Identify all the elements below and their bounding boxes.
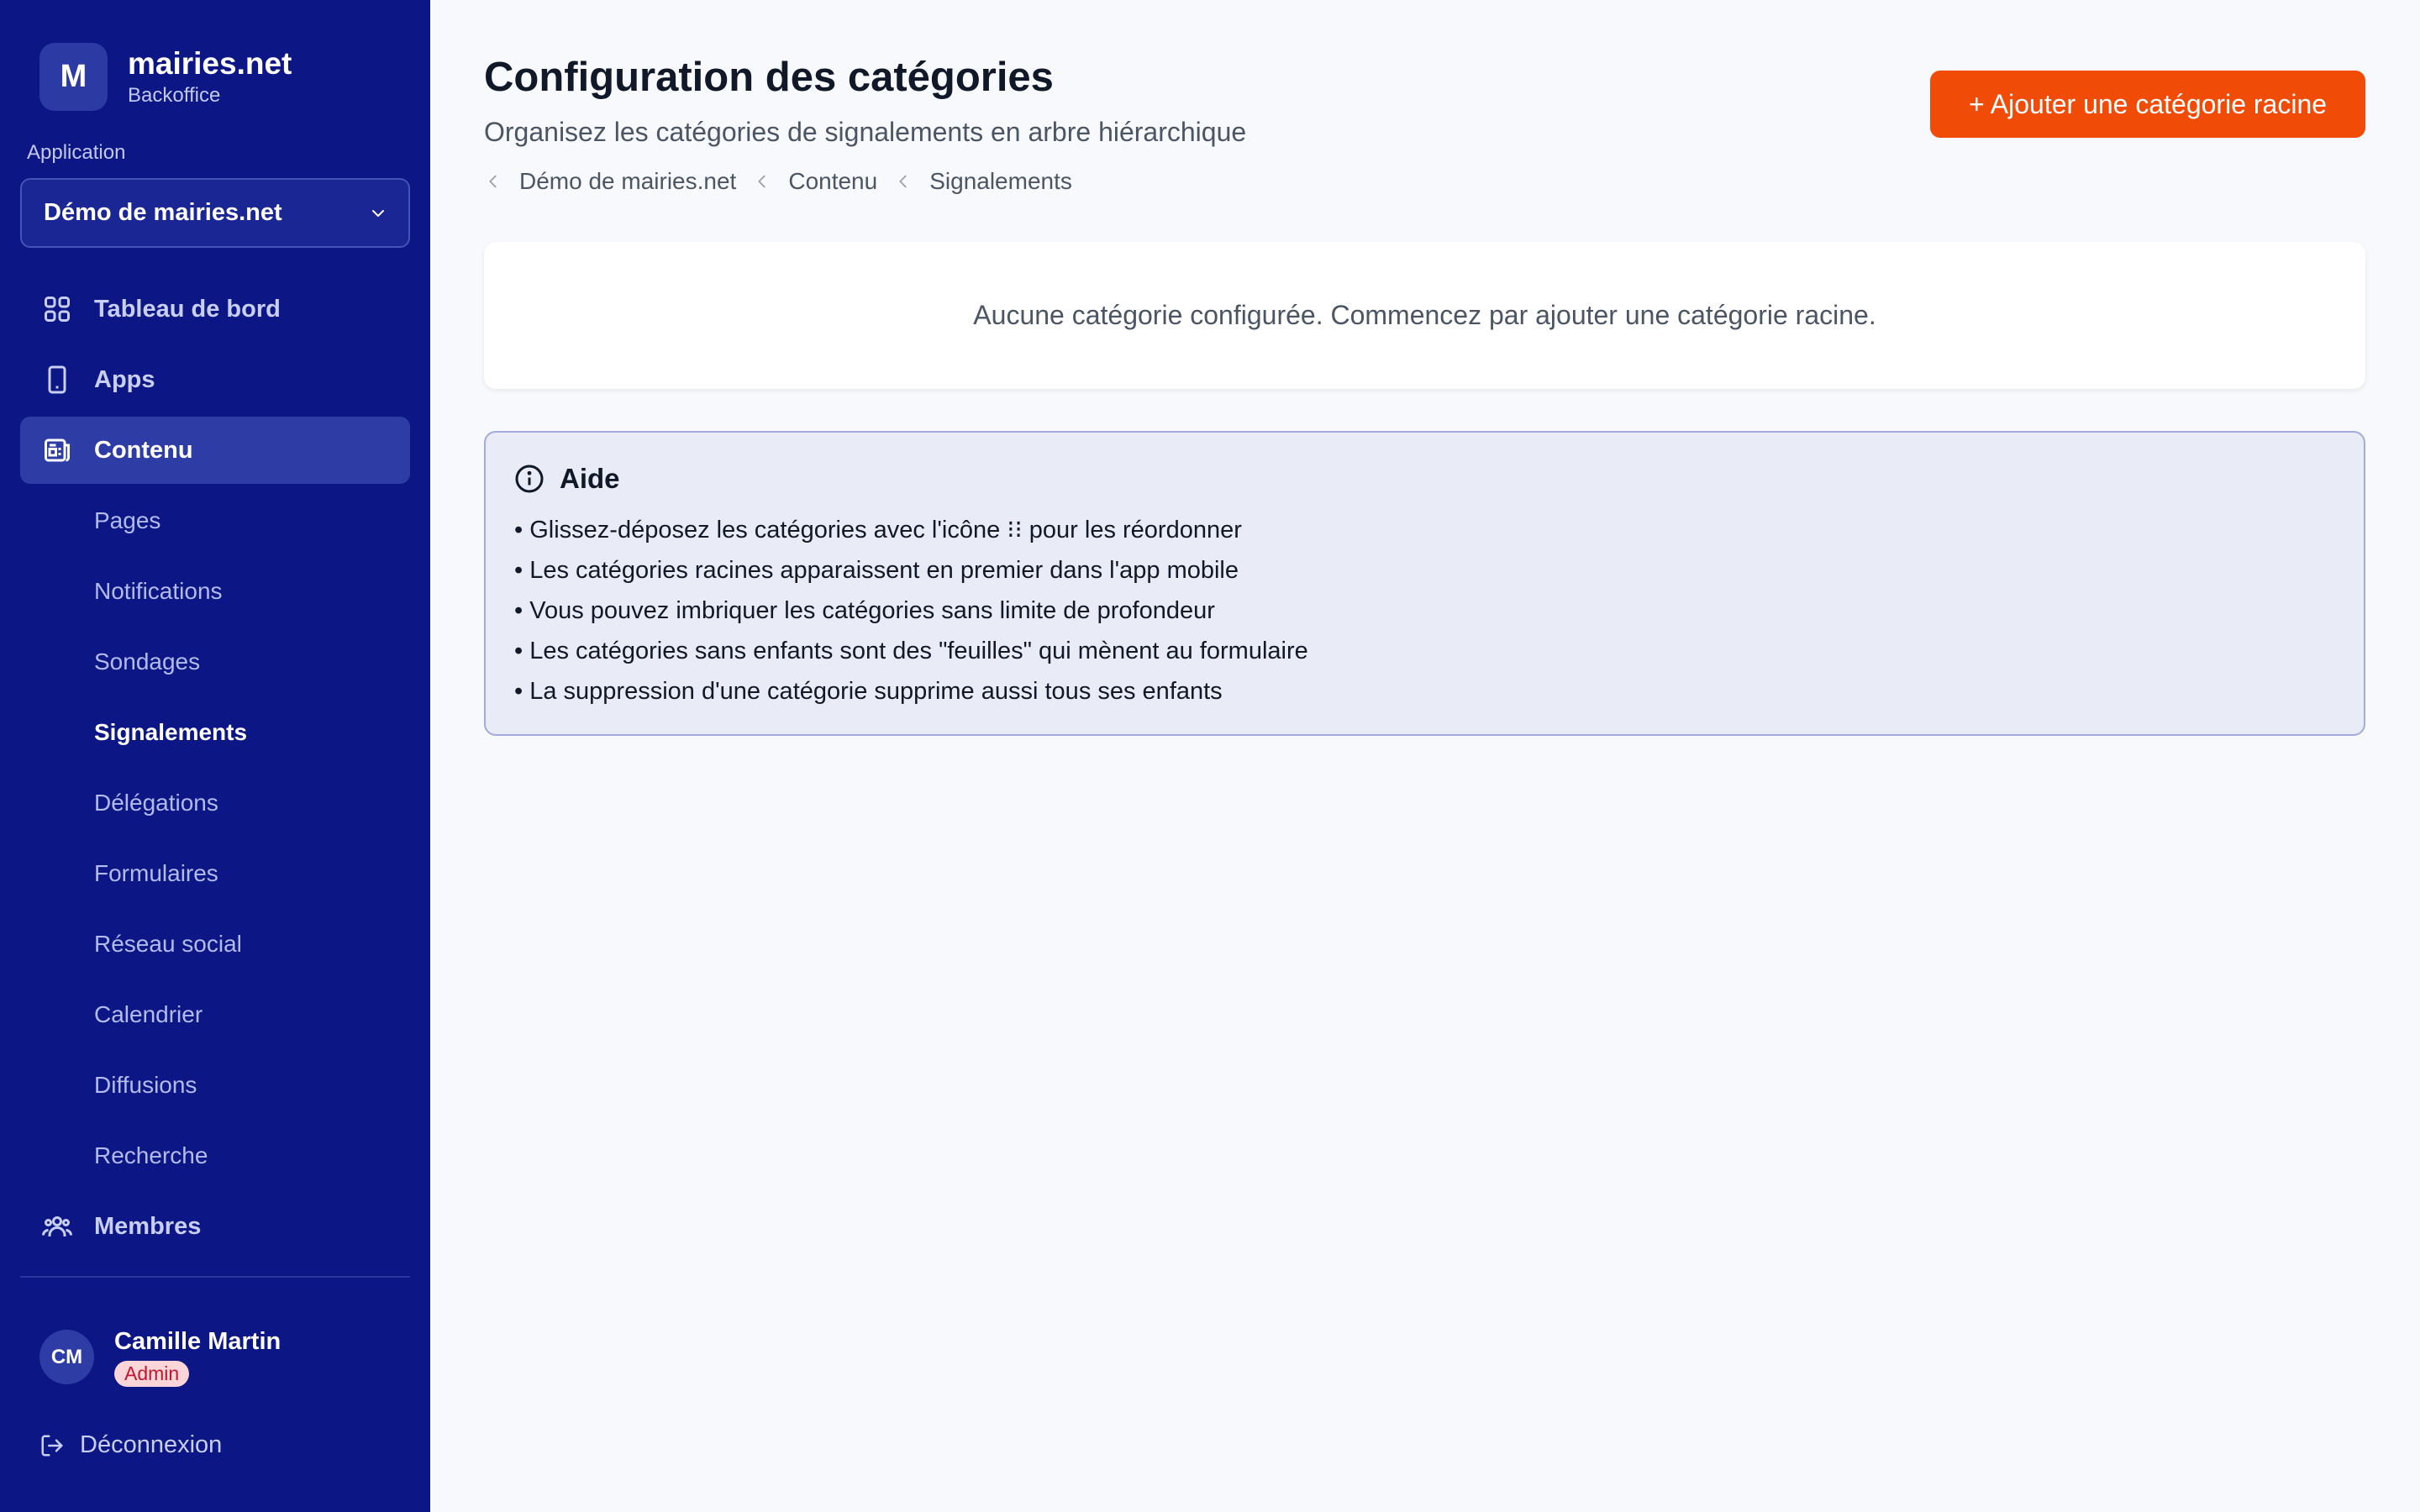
help-item: • Les catégories racines apparaissent en… <box>514 557 1239 584</box>
page-title: Configuration des catégories <box>484 55 1054 100</box>
sidebar-subitem-pages[interactable]: Pages <box>94 504 160 538</box>
user-name: Camille Martin <box>114 1328 281 1355</box>
breadcrumb-item-signalements[interactable]: Signalements <box>894 168 1072 195</box>
help-list: • Glissez-déposez les catégories avec l'… <box>514 510 2335 711</box>
sidebar-subitem-sondages[interactable]: Sondages <box>94 645 200 679</box>
empty-state-message: Aucune catégorie configurée. Commencez p… <box>973 300 1876 330</box>
logout-icon <box>41 1435 63 1456</box>
nav-item-dashboard[interactable]: Tableau de bord <box>20 276 410 343</box>
page-subtitle: Organisez les catégories de signalements… <box>484 117 1247 147</box>
logout-label: Déconnexion <box>80 1431 223 1458</box>
sidebar-subitem-signalements[interactable]: Signalements <box>94 716 247 749</box>
nav-label-members: Membres <box>94 1212 202 1240</box>
users-icon <box>42 1216 72 1236</box>
brand-logo: M <box>39 43 108 111</box>
role-badge: Admin <box>114 1361 190 1387</box>
sidebar-subitem-delegations[interactable]: Délégations <box>94 786 218 820</box>
logout-link[interactable]: Déconnexion <box>39 1431 222 1459</box>
breadcrumb-label: Signalements <box>929 168 1072 194</box>
breadcrumb-item-content[interactable]: Contenu <box>753 168 877 195</box>
chevron-left-icon <box>899 175 907 188</box>
nav-label-content: Contenu <box>94 436 193 464</box>
nav-item-apps[interactable]: Apps <box>20 346 410 413</box>
sidebar-subitem-calendrier[interactable]: Calendrier <box>94 998 203 1032</box>
chevron-down-icon <box>372 209 384 217</box>
help-item: • Les catégories sans enfants sont des "… <box>514 638 1308 664</box>
empty-state-card: Aucune catégorie configurée. Commencez p… <box>484 242 2365 389</box>
sidebar-subitem-formulaires[interactable]: Formulaires <box>94 857 218 890</box>
chevron-left-icon <box>758 175 766 188</box>
info-icon <box>515 465 544 493</box>
breadcrumb-item-app[interactable]: Démo de mairies.net <box>484 168 736 195</box>
nav-item-content[interactable]: Contenu <box>20 417 410 484</box>
sidebar-subitem-recherche[interactable]: Recherche <box>94 1139 208 1173</box>
breadcrumb-label: Contenu <box>788 168 878 194</box>
help-panel: Aide • Glissez-déposez les catégories av… <box>484 431 2365 736</box>
add-root-category-button[interactable]: + Ajouter une catégorie racine <box>1930 71 2365 138</box>
help-item: • Glissez-déposez les catégories avec l'… <box>514 517 1242 543</box>
application-select-value: Démo de mairies.net <box>44 199 282 226</box>
sidebar-subitem-reseau-social[interactable]: Réseau social <box>94 927 242 961</box>
sidebar-divider <box>20 1276 410 1278</box>
breadcrumb-label: Démo de mairies.net <box>519 168 737 194</box>
help-title: Aide <box>560 463 620 494</box>
application-label: Application <box>27 141 126 164</box>
user-profile[interactable]: CM Camille Martin Admin <box>39 1327 281 1387</box>
breadcrumb: Démo de mairies.net Contenu Signalements <box>484 168 1089 195</box>
brand-name: mairies.net <box>128 45 292 81</box>
brand[interactable]: M mairies.net Backoffice <box>39 43 292 111</box>
help-item: • Vous pouvez imbriquer les catégories s… <box>514 597 1215 624</box>
grid-icon <box>45 297 70 322</box>
brand-subtitle: Backoffice <box>128 83 221 107</box>
chevron-left-icon <box>489 175 497 188</box>
smartphone-icon <box>48 365 66 394</box>
sidebar-subitem-diffusions[interactable]: Diffusions <box>94 1068 197 1102</box>
nav-label-dashboard: Tableau de bord <box>94 295 281 323</box>
avatar: CM <box>39 1330 94 1384</box>
nav-item-members[interactable]: Membres <box>20 1193 410 1260</box>
newspaper-icon <box>45 438 70 462</box>
help-item: • La suppression d'une catégorie supprim… <box>514 678 1223 705</box>
application-select[interactable]: Démo de mairies.net <box>20 178 410 248</box>
sidebar-subitem-notifications[interactable]: Notifications <box>94 575 223 608</box>
nav-label-apps: Apps <box>94 365 155 393</box>
sidebar: M mairies.net Backoffice Application Dém… <box>0 0 430 1512</box>
